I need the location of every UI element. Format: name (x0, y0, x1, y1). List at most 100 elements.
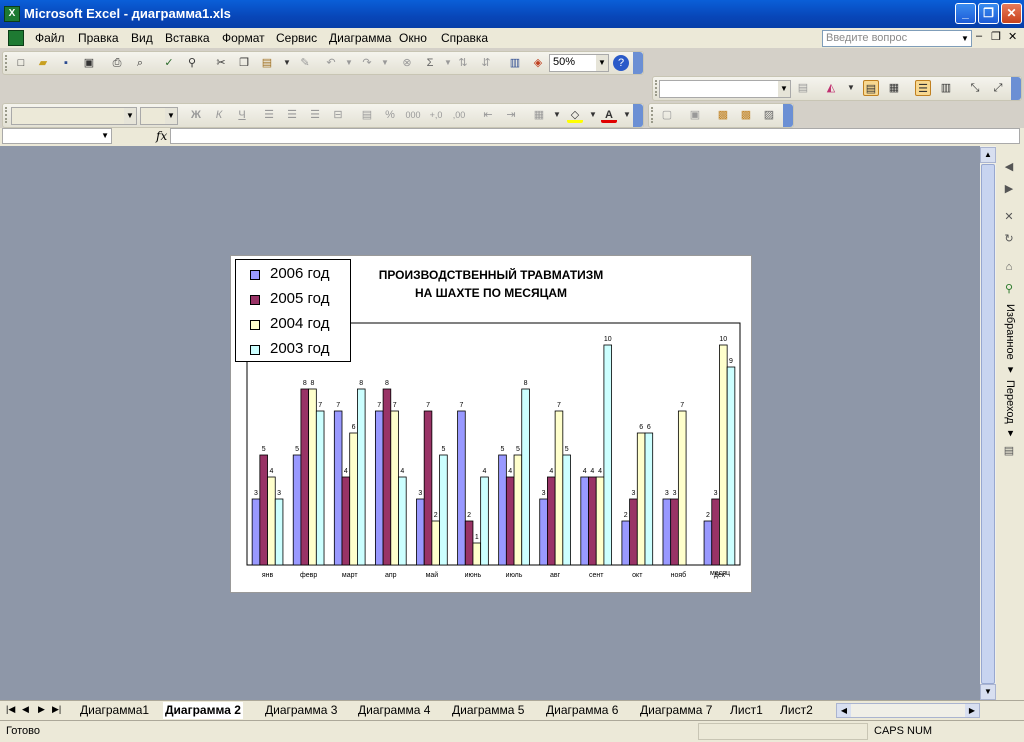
underline-icon[interactable]: Ч (234, 107, 250, 123)
align-left-icon[interactable]: ☰ (261, 107, 277, 123)
last-sheet-icon[interactable]: ▶| (52, 704, 61, 715)
undo-icon[interactable]: ↶ (323, 55, 339, 71)
home-icon[interactable]: ⌂ (1002, 260, 1016, 274)
first-sheet-icon[interactable]: |◀ (6, 704, 15, 715)
ask-question-input[interactable]: Введите вопрос ▼ (822, 30, 972, 47)
data-table-icon[interactable]: ▦ (886, 80, 902, 96)
open-icon[interactable]: ▰ (35, 55, 51, 71)
autosum-dropdown-icon[interactable]: ▼ (440, 55, 456, 71)
minimize-button[interactable]: _ (955, 3, 976, 24)
menu-chart[interactable]: Диаграмма (329, 31, 391, 45)
insert-function-icon[interactable]: fx (156, 129, 167, 143)
scroll-down-icon[interactable]: ▼ (980, 684, 996, 700)
decrease-indent-icon[interactable]: ⇤ (480, 107, 496, 123)
font-size-dropdown-icon[interactable]: ▼ (165, 108, 177, 124)
sheet-tab[interactable]: Диаграмма 5 (450, 702, 526, 719)
chart-legend[interactable]: 2006 год 2005 год 2004 год 2003 год (235, 259, 351, 362)
format-painter-icon[interactable]: ✎ (297, 55, 313, 71)
protection-toolbar-grip[interactable] (651, 107, 654, 123)
paste-icon[interactable]: ▤ (259, 55, 275, 71)
name-box[interactable]: ▼ (2, 128, 112, 144)
increase-decimal-icon[interactable]: +,0 (428, 107, 444, 123)
fill-color-icon[interactable]: ◇ (567, 107, 583, 123)
align-center-icon[interactable]: ☰ (284, 107, 300, 123)
toolbar-grip[interactable] (5, 55, 8, 71)
italic-icon[interactable]: К (211, 107, 227, 123)
protect-workbook-icon[interactable]: ▩ (738, 107, 754, 123)
format-chart-object-icon[interactable]: ▤ (795, 80, 811, 96)
sheet-tab[interactable]: Лист1 (728, 702, 765, 719)
go-menu[interactable]: Переход ▾ (1004, 380, 1017, 440)
sheet-tab[interactable]: Диаграмма 6 (544, 702, 620, 719)
formula-input[interactable] (170, 128, 1020, 144)
print-preview-icon[interactable]: ⌕ (132, 55, 148, 71)
menu-window[interactable]: Окно (399, 31, 427, 45)
excel-app-icon[interactable]: X (4, 6, 20, 22)
protect-share-icon[interactable]: ▨ (761, 107, 777, 123)
chart-type-dropdown-icon[interactable]: ▼ (843, 80, 859, 96)
ask-dropdown-icon[interactable]: ▼ (959, 31, 971, 46)
save-icon[interactable]: ▪ (58, 55, 74, 71)
merge-center-icon[interactable]: ⊟ (330, 107, 346, 123)
prev-sheet-icon[interactable]: ◀ (22, 704, 29, 715)
formatting-toolbar-grip[interactable] (5, 107, 8, 123)
sheet-tab-active[interactable]: Диаграмма 2 (163, 702, 243, 719)
angle-text-down-icon[interactable]: ⤡ (967, 80, 983, 96)
show-only-web-toolbar-icon[interactable]: ▤ (1002, 444, 1016, 458)
align-right-icon[interactable]: ☰ (307, 107, 323, 123)
sheet-tab[interactable]: Диаграмма 7 (638, 702, 714, 719)
vertical-scroll-thumb[interactable] (981, 164, 995, 684)
menu-tools[interactable]: Сервис (276, 31, 317, 45)
protect-sheet-icon[interactable]: ▣ (687, 107, 703, 123)
vertical-scrollbar[interactable]: ▲ ▼ (980, 146, 996, 700)
zoom-combo[interactable]: 50% ▼ (549, 54, 609, 72)
autosum-icon[interactable]: Σ (422, 55, 438, 71)
toolbar-options-icon[interactable] (633, 52, 643, 74)
new-icon[interactable]: □ (13, 55, 29, 71)
menu-file[interactable]: Файл (35, 31, 65, 45)
menu-format[interactable]: Формат (222, 31, 265, 45)
comma-style-icon[interactable]: 000 (405, 107, 421, 123)
stop-icon[interactable]: ✕ (1002, 210, 1016, 224)
chart-area[interactable]: 3 5 4 3 янв 5 8 8 7 февр 7 4 6 8 март 7 8 7 4 апр 3 7 2 5 май 7 2 1… (230, 255, 752, 593)
percent-icon[interactable]: % (382, 107, 398, 123)
formatting-toolbar-options-icon[interactable] (633, 104, 643, 127)
close-button[interactable]: ✕ (1001, 3, 1022, 24)
maximize-button[interactable]: ❐ (978, 3, 999, 24)
search-icon[interactable]: ⚲ (1002, 282, 1016, 296)
forward-icon[interactable]: ▶ (1002, 182, 1016, 196)
sort-asc-icon[interactable]: ⇅ (455, 55, 471, 71)
font-name-dropdown-icon[interactable]: ▼ (124, 108, 136, 124)
drawing-icon[interactable]: ◈ (530, 55, 546, 71)
cut-icon[interactable]: ✂ (213, 55, 229, 71)
menu-insert[interactable]: Вставка (165, 31, 210, 45)
borders-icon[interactable]: ▦ (531, 107, 547, 123)
sheet-tab[interactable]: Диаграмма 4 (356, 702, 432, 719)
workbook-icon[interactable] (8, 30, 24, 46)
chart-type-icon[interactable]: ◭ (823, 80, 839, 96)
back-icon[interactable]: ◀ (1002, 160, 1016, 174)
horizontal-scrollbar[interactable]: ◀ ▶ (836, 703, 980, 718)
undo-dropdown-icon[interactable]: ▼ (341, 55, 357, 71)
print-icon[interactable]: ⎙ (109, 55, 125, 71)
chart-objects-combo[interactable]: ▼ (659, 80, 791, 98)
protection-toolbar-options-icon[interactable] (783, 104, 793, 127)
chart-subtitle[interactable]: НА ШАХТЕ ПО МЕСЯЦАМ (361, 286, 621, 300)
spelling-icon[interactable]: ✓ (161, 55, 177, 71)
name-box-dropdown-icon[interactable]: ▼ (101, 129, 109, 143)
font-color-icon[interactable]: A (601, 107, 617, 123)
refresh-icon[interactable]: ↻ (1002, 232, 1016, 246)
allow-edit-ranges-icon[interactable]: ▩ (715, 107, 731, 123)
chart-toolbar-grip[interactable] (655, 80, 658, 96)
by-column-icon[interactable]: ▥ (938, 80, 954, 96)
doc-minimize-button[interactable]: ‒ (976, 30, 982, 42)
legend-toggle-icon[interactable]: ▤ (863, 80, 879, 96)
sheet-tab[interactable]: Диаграмма1 (78, 702, 151, 719)
chart-objects-dropdown-icon[interactable]: ▼ (778, 81, 790, 97)
bold-icon[interactable]: Ж (188, 107, 204, 123)
permission-icon[interactable]: ▣ (81, 55, 97, 71)
borders-dropdown-icon[interactable]: ▼ (549, 107, 565, 123)
sheet-tab[interactable]: Диаграмма 3 (263, 702, 339, 719)
redo-icon[interactable]: ↷ (359, 55, 375, 71)
fill-color-dropdown-icon[interactable]: ▼ (585, 107, 601, 123)
